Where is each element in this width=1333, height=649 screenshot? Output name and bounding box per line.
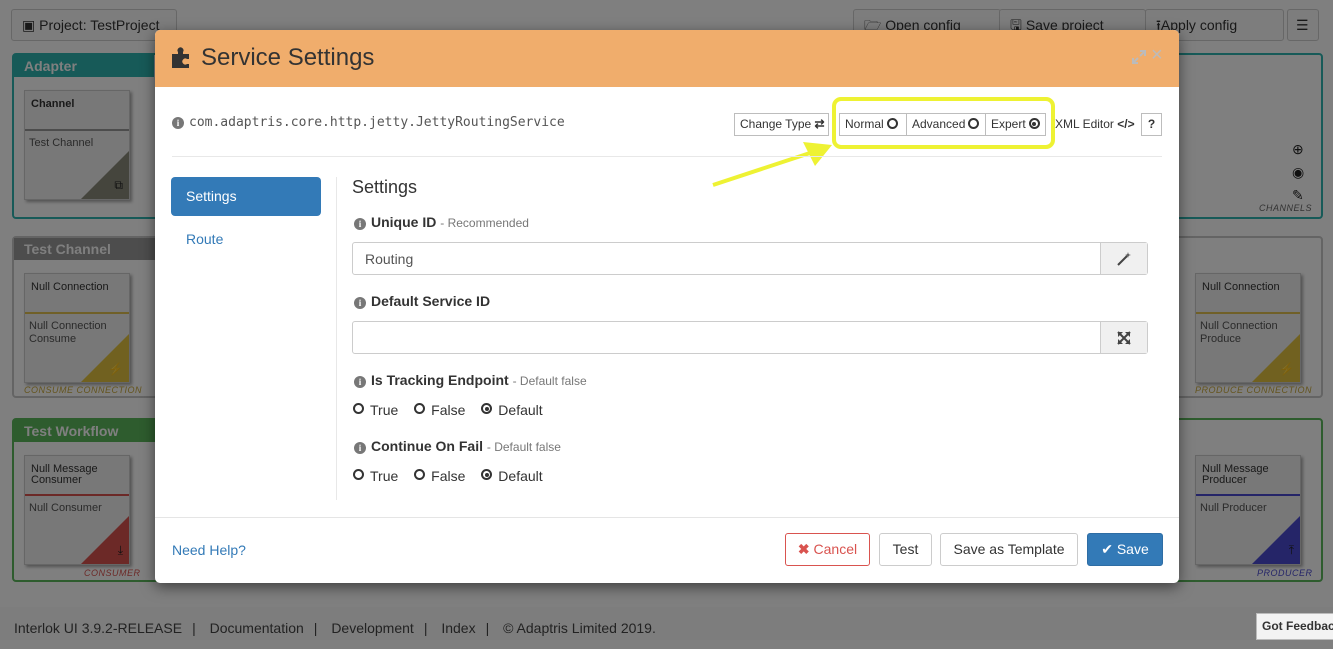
generate-id-button[interactable] (1100, 243, 1147, 274)
info-icon: i (354, 376, 366, 388)
default-service-id-group (352, 321, 1148, 354)
magic-wand-icon (1117, 252, 1131, 266)
change-type-button[interactable]: Change Type ⇄ (734, 113, 829, 136)
cancel-button[interactable]: ✖ Cancel (785, 533, 870, 566)
close-icon[interactable]: × (1151, 45, 1163, 65)
expand-field-button[interactable] (1100, 322, 1147, 353)
modal-header: Service Settings × (155, 30, 1179, 87)
tracking-endpoint-options: True False Default (353, 402, 555, 418)
modal-title: Service Settings (201, 44, 375, 71)
tracking-false-radio[interactable]: False (414, 402, 465, 418)
expand-icon[interactable] (1132, 50, 1146, 64)
default-service-id-label: i Default Service ID (354, 293, 490, 309)
times-icon: ✖ (797, 541, 810, 557)
documentation-link[interactable]: Documentation (210, 620, 304, 636)
continue-default-radio[interactable]: Default (481, 468, 543, 484)
tracking-endpoint-label: i Is Tracking Endpoint - Default false (354, 372, 587, 388)
code-icon: </> (1117, 117, 1135, 131)
continue-false-radio[interactable]: False (414, 468, 465, 484)
test-button[interactable]: Test (879, 533, 932, 566)
info-icon: i (354, 442, 366, 454)
continue-on-fail-options: True False Default (353, 468, 555, 484)
nav-divider (336, 177, 337, 500)
tracking-default-radio[interactable]: Default (481, 402, 543, 418)
save-button[interactable]: ✔ Save (1087, 533, 1163, 566)
continue-true-radio[interactable]: True (353, 468, 398, 484)
continue-on-fail-label: i Continue On Fail - Default false (354, 438, 561, 454)
feedback-button[interactable]: Got Feedback (1256, 613, 1333, 640)
arrows-expand-icon (1117, 331, 1131, 345)
annotation-arrow-icon (712, 142, 832, 187)
unique-id-label: i Unique ID - Recommended (354, 214, 529, 230)
save-as-template-button[interactable]: Save as Template (940, 533, 1078, 566)
exchange-icon: ⇄ (814, 117, 825, 131)
unique-id-input[interactable] (353, 243, 1101, 274)
puzzle-icon (172, 47, 189, 68)
annotation-highlight (832, 97, 1055, 149)
development-link[interactable]: Development (331, 620, 414, 636)
need-help-link[interactable]: Need Help? (172, 542, 246, 558)
footer-divider (155, 517, 1179, 518)
section-title: Settings (352, 177, 418, 197)
check-icon: ✔ (1101, 541, 1113, 557)
default-service-id-input[interactable] (353, 322, 1101, 353)
class-name-row: i com.adaptris.core.http.jetty.JettyRouti… (172, 115, 565, 130)
version-text: Interlok UI 3.9.2-RELEASE (14, 620, 183, 636)
unique-id-group (352, 242, 1148, 275)
info-icon: i (354, 218, 366, 230)
tracking-true-radio[interactable]: True (353, 402, 398, 418)
copyright-text: © Adaptris Limited 2019. (503, 620, 656, 636)
class-name: com.adaptris.core.http.jetty.JettyRoutin… (189, 115, 565, 130)
nav-item-settings[interactable]: Settings (171, 177, 321, 216)
nav-item-route[interactable]: Route (186, 231, 223, 247)
info-icon: i (172, 117, 184, 129)
header-divider (172, 156, 1162, 157)
xml-editor-button[interactable]: XML Editor </> (1049, 113, 1137, 136)
service-settings-modal: Service Settings × i com.adaptris.core.ht… (155, 30, 1179, 583)
page-footer: Interlok UI 3.9.2-RELEASE | Documentation… (0, 607, 1333, 640)
info-icon: i (354, 297, 366, 309)
help-button[interactable]: ? (1141, 113, 1162, 136)
index-link[interactable]: Index (441, 620, 475, 636)
